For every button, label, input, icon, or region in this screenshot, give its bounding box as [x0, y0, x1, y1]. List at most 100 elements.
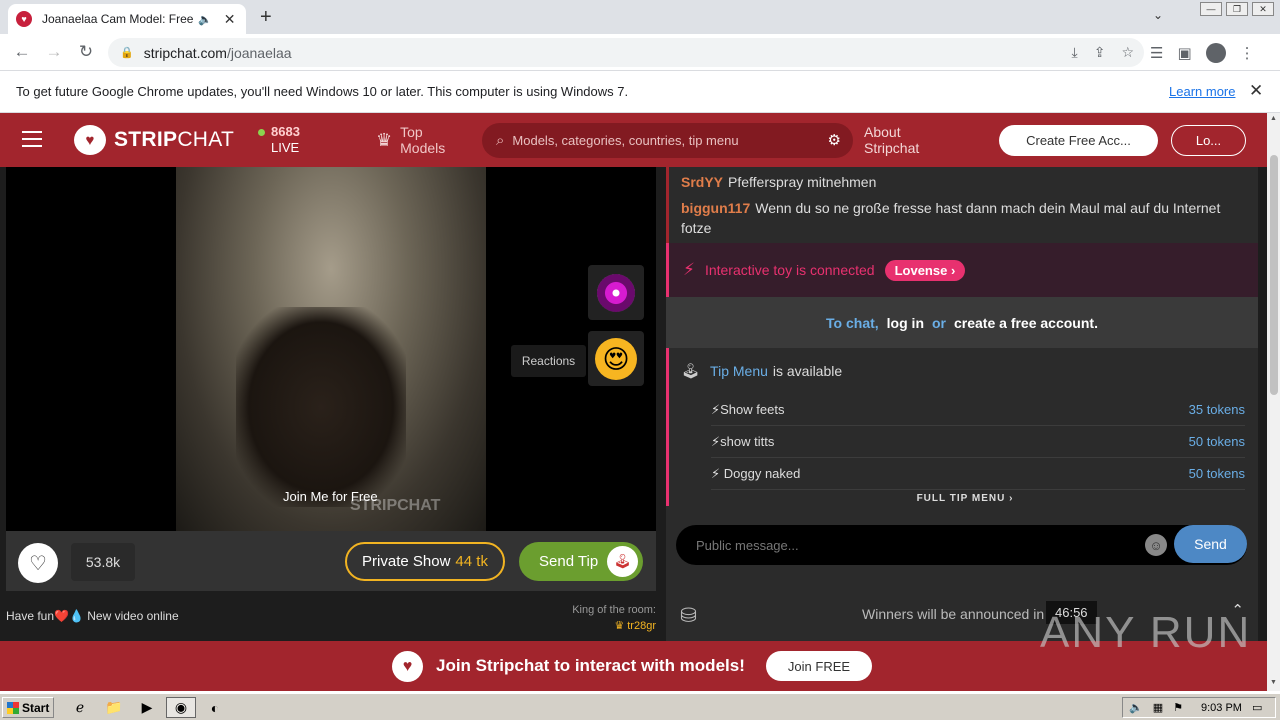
browser-toolbar: ← → ↻ 🔒 stripchat.com/joanaelaa ⤓ ⇪ ☆ ☰ … — [0, 34, 1280, 71]
king-of-room: King of the room: ♛ tr28gr — [572, 604, 656, 632]
join-banner-text: Join Stripchat to interact with models! — [436, 656, 745, 675]
search-bar[interactable]: ⌕ Models, categories, countries, tip men… — [482, 123, 853, 158]
infobar-message: To get future Google Chrome updates, you… — [16, 84, 629, 99]
chat-message: biggun117 Wenn du so ne große fresse hast… — [681, 200, 1221, 236]
edge-icon[interactable]: ◐ — [203, 697, 227, 718]
site-header: ♥ STRIPCHAT 8683 LIVE ♛ Top Models ⌕ Mode… — [0, 113, 1267, 167]
tab-title: Joanaelaa Cam Model: Free Live — [42, 12, 194, 26]
infobar-close-icon[interactable]: ✕ — [1249, 81, 1263, 101]
browser-tab[interactable]: ♥ Joanaelaa Cam Model: Free Live 🔈 ✕ — [8, 4, 246, 34]
bookmark-star-icon[interactable]: ☆ — [1121, 44, 1134, 61]
about-link[interactable]: About Stripchat — [864, 124, 919, 156]
toy-reaction-button[interactable] — [588, 265, 644, 320]
favorites-count: 53.8k — [71, 543, 135, 581]
send-tip-button[interactable]: Send Tip 🕹 — [519, 542, 643, 581]
file-explorer-icon[interactable]: 📁 — [102, 697, 126, 718]
toy-icon: ⚡ — [683, 260, 695, 279]
live-count[interactable]: 8683 LIVE — [258, 124, 300, 156]
windows-flag-icon — [7, 701, 19, 714]
joystick-icon: 🕹 — [607, 546, 638, 577]
anyrun-watermark: ANY RUN — [1040, 608, 1252, 657]
tip-menu-item[interactable]: ⚡show titts 50 tokens — [711, 426, 1245, 458]
king-username[interactable]: tr28gr — [627, 620, 656, 632]
chrome-menu-icon[interactable]: ⋮ — [1240, 44, 1255, 62]
tip-menu-link[interactable]: Tip Menu — [710, 363, 768, 379]
new-tab-button[interactable]: + — [260, 6, 272, 29]
side-panel-icon[interactable]: ▣ — [1177, 44, 1191, 62]
show-desktop-icon[interactable]: ▭ — [1252, 701, 1262, 714]
video-frame — [176, 167, 486, 531]
chat-login-prompt: To chat, log in or create a free account… — [666, 297, 1258, 348]
public-message-input[interactable] — [686, 525, 1136, 565]
url-text[interactable]: stripchat.com/joanaelaa — [144, 45, 292, 61]
chat-message: SrdYY Pfefferspray mitnehmen — [681, 174, 877, 190]
stripchat-logo[interactable]: ♥ STRIPCHAT — [74, 125, 234, 155]
favorite-heart-button[interactable]: ♡ — [18, 543, 58, 583]
chat-composer: ☺ Send — [676, 525, 1247, 565]
close-window-button[interactable]: ✕ — [1252, 2, 1274, 16]
lovense-button[interactable]: Lovense › — [884, 259, 966, 281]
windows-taskbar: Start ℯ 📁 ▶ ◉ ◐ 🔈 ▦ ⚑ 9:03 PM ▭ — [0, 693, 1280, 720]
restore-button[interactable]: ❐ — [1226, 2, 1248, 16]
tab-search-icon[interactable]: ⌄ — [1153, 8, 1163, 22]
clock[interactable]: 9:03 PM — [1201, 702, 1242, 714]
update-infobar: To get future Google Chrome updates, you… — [0, 71, 1280, 113]
close-tab-icon[interactable]: ✕ — [224, 11, 236, 28]
tip-menu: 🕹 Tip Menu is available ⚡Show feets 35 to… — [666, 348, 1258, 506]
room-info: Have fun❤️💧 New video online King of the… — [0, 591, 660, 641]
tip-menu-item[interactable]: ⚡Show feets 35 tokens — [711, 394, 1245, 426]
toy-connected-bar: ⚡ Interactive toy is connected Lovense › — [666, 243, 1258, 297]
search-icon: ⌕ — [496, 132, 505, 149]
filter-icon[interactable]: ⚙ — [828, 131, 841, 149]
crown-icon: ♛ — [614, 620, 625, 632]
joystick-icon: 🕹 — [681, 363, 701, 380]
video-player[interactable]: Join Me for Free STRIPCHAT Reactions 😍 — [6, 167, 656, 531]
profile-avatar[interactable] — [1205, 43, 1226, 63]
hamburger-menu-icon[interactable] — [22, 131, 42, 152]
lovense-orb-icon — [597, 273, 635, 312]
create-account-button[interactable]: Create Free Acc... — [999, 125, 1158, 156]
reload-button[interactable]: ↻ — [76, 42, 96, 62]
chrome-taskbar-icon[interactable]: ◉ — [166, 697, 196, 718]
logo-heart-icon: ♥ — [392, 651, 423, 682]
top-models-link[interactable]: ♛ Top Models — [376, 124, 445, 156]
network-icon[interactable]: ▦ — [1153, 701, 1163, 714]
full-tip-menu-link[interactable]: FULL TIP MENU › — [669, 493, 1261, 504]
chat-panel: SrdYY Pfefferspray mitnehmen biggun117 Wen… — [666, 167, 1258, 606]
create-account-link[interactable]: create a free account. — [954, 315, 1098, 331]
browser-tab-strip: ♥ Joanaelaa Cam Model: Free Live 🔈 ✕ + ⌄… — [0, 0, 1280, 34]
minimize-button[interactable]: — — [1200, 2, 1222, 16]
reactions-button[interactable]: 😍 — [588, 331, 644, 386]
login-link[interactable]: log in — [887, 315, 924, 331]
address-bar[interactable]: 🔒 stripchat.com/joanaelaa ⤓ ⇪ ☆ — [108, 38, 1144, 67]
coins-icon: ⛁ — [680, 605, 697, 627]
reactions-label: Reactions — [511, 345, 586, 377]
internet-explorer-icon[interactable]: ℯ — [68, 697, 92, 718]
emoji-picker-icon[interactable]: ☺ — [1145, 534, 1167, 556]
back-button[interactable]: ← — [12, 42, 32, 62]
media-control-icon[interactable]: ☰ — [1150, 44, 1163, 62]
tip-menu-item[interactable]: ⚡ Doggy naked 50 tokens — [711, 458, 1245, 490]
stripchat-favicon-icon: ♥ — [16, 11, 32, 27]
share-icon[interactable]: ⇪ — [1094, 44, 1106, 61]
learn-more-link[interactable]: Learn more — [1169, 84, 1235, 99]
search-input[interactable]: Models, categories, countries, tip menu — [512, 133, 738, 148]
send-message-button[interactable]: Send — [1174, 525, 1247, 563]
lock-icon[interactable]: 🔒 — [120, 46, 134, 59]
trophy-icon: ♛ — [376, 130, 393, 150]
audio-playing-icon[interactable]: 🔈 — [198, 13, 212, 26]
join-free-button[interactable]: Join FREE — [766, 651, 872, 681]
video-control-bar: ♡ 53.8k Private Show 44 tk Send Tip 🕹 — [6, 531, 656, 591]
logo-heart-icon: ♥ — [74, 125, 106, 155]
forward-button[interactable]: → — [44, 42, 64, 62]
volume-icon[interactable]: 🔈 — [1129, 701, 1143, 714]
video-watermark: STRIPCHAT — [350, 497, 441, 514]
start-button[interactable]: Start — [2, 697, 54, 718]
private-show-button[interactable]: Private Show 44 tk — [345, 542, 505, 581]
action-center-flag-icon[interactable]: ⚑ — [1173, 701, 1183, 714]
media-player-icon[interactable]: ▶ — [135, 697, 159, 718]
install-icon[interactable]: ⤓ — [1072, 44, 1078, 61]
page-content: ♥ STRIPCHAT 8683 LIVE ♛ Top Models ⌕ Mode… — [0, 113, 1267, 691]
page-scrollbar[interactable]: ▲ ▼ — [1267, 113, 1280, 691]
login-button[interactable]: Lo... — [1171, 125, 1246, 156]
